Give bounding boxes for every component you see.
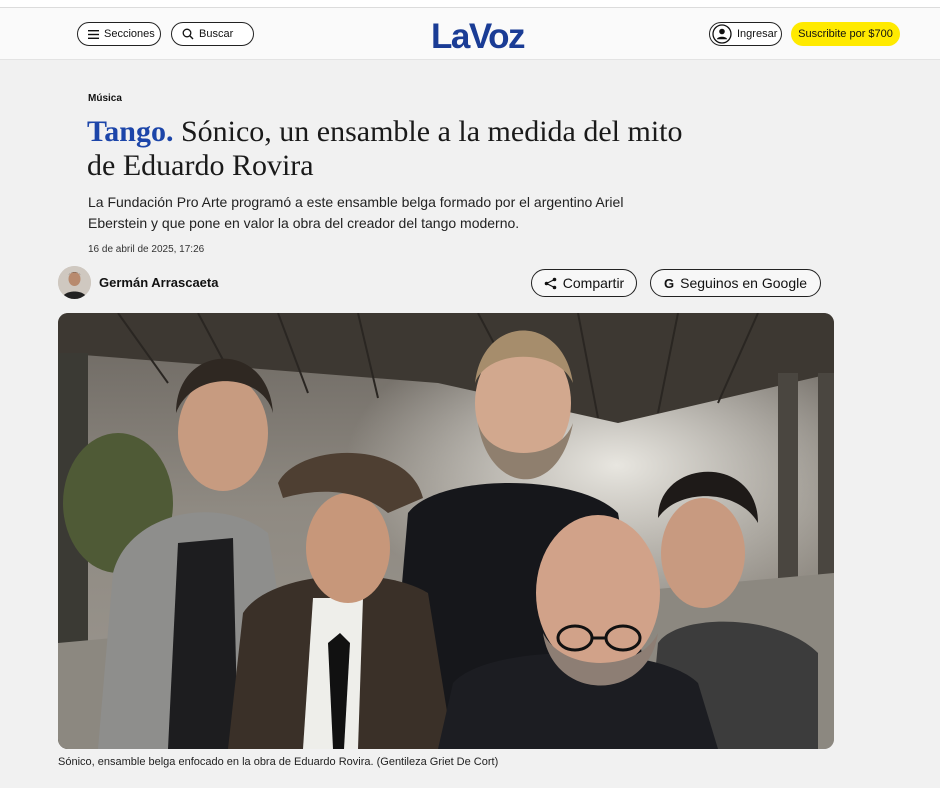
sections-label: Secciones bbox=[104, 28, 155, 40]
user-icon bbox=[712, 24, 732, 44]
login-label: Ingresar bbox=[737, 28, 778, 40]
browser-top-strip bbox=[0, 0, 940, 8]
login-button[interactable]: Ingresar bbox=[709, 22, 782, 46]
section-link[interactable]: Música bbox=[88, 93, 122, 104]
share-button[interactable]: Compartir bbox=[531, 269, 637, 297]
title-kicker: Tango. bbox=[87, 115, 174, 148]
google-icon: G bbox=[664, 275, 675, 291]
follow-google-button[interactable]: G Seguinos en Google bbox=[650, 269, 821, 297]
author-avatar[interactable] bbox=[58, 266, 91, 299]
publish-date: 16 de abril de 2025, 17:26 bbox=[88, 244, 205, 255]
share-icon bbox=[544, 277, 557, 289]
site-logo[interactable]: LaVoz bbox=[431, 17, 525, 57]
site-header: Secciones Buscar LaVoz Ingresar Suscribi… bbox=[0, 8, 940, 60]
search-label: Buscar bbox=[199, 28, 234, 40]
google-label: Seguinos en Google bbox=[680, 275, 807, 291]
menu-icon bbox=[88, 29, 99, 39]
article-photo[interactable] bbox=[58, 313, 834, 749]
author-name[interactable]: Germán Arrascaeta bbox=[99, 275, 218, 290]
photo-caption: Sónico, ensamble belga enfocado en la ob… bbox=[58, 756, 499, 768]
article-title: Tango. Sónico, un ensamble a la medida d… bbox=[87, 115, 687, 183]
title-text: Sónico, un ensamble a la medida del mito… bbox=[87, 115, 683, 182]
share-label: Compartir bbox=[562, 275, 625, 291]
search-button[interactable]: Buscar bbox=[171, 22, 254, 46]
search-icon bbox=[182, 28, 194, 40]
subscribe-button[interactable]: Suscribite por $700 bbox=[791, 22, 900, 46]
sections-button[interactable]: Secciones bbox=[77, 22, 161, 46]
article-summary: La Fundación Pro Arte programó a este en… bbox=[88, 194, 624, 231]
